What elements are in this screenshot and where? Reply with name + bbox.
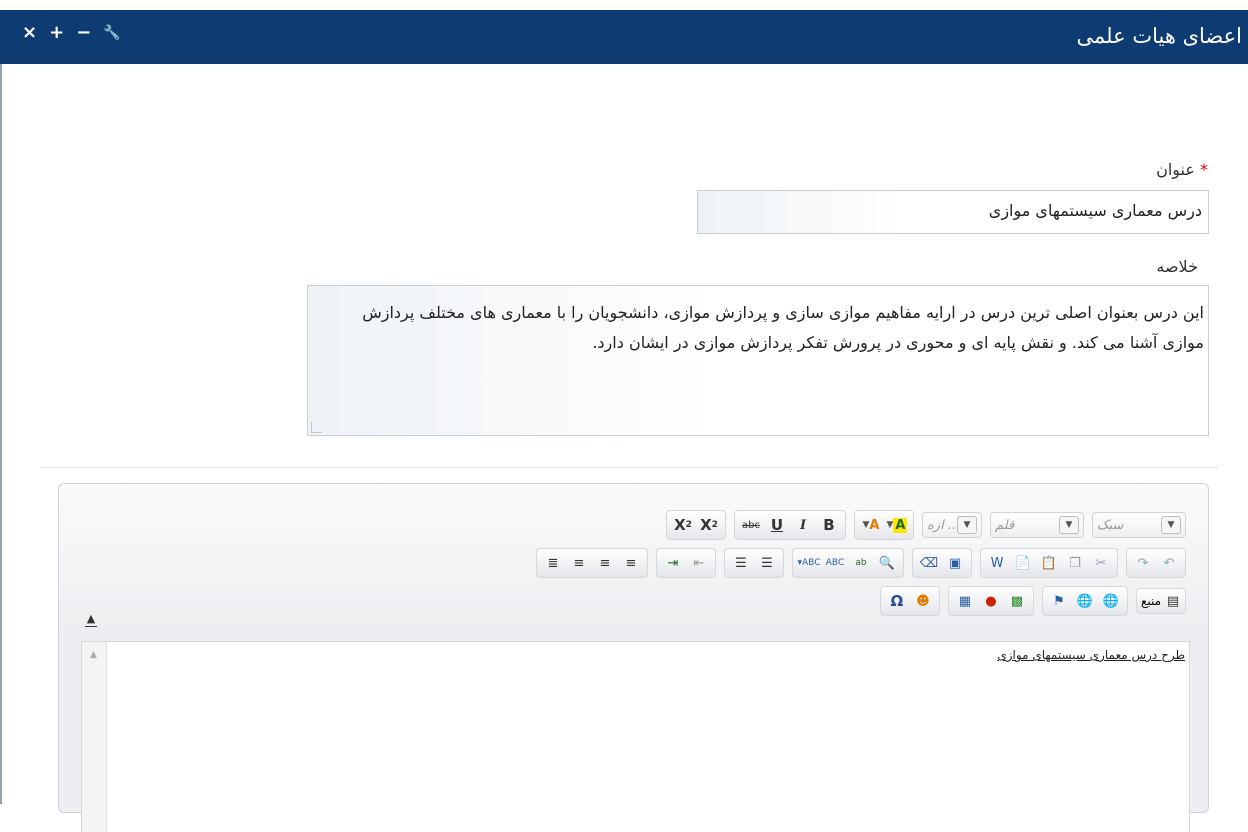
page-title: اعضای هیات علمی	[1076, 24, 1242, 48]
underline-icon[interactable]: U	[765, 514, 789, 536]
cut-icon[interactable]: ✂	[1089, 552, 1113, 574]
list-group: ☰ ☰	[724, 548, 784, 578]
collapse-toolbar-icon[interactable]: ▲	[85, 613, 97, 627]
indent-group: ⇤ ⇥	[656, 548, 716, 578]
select-group: ▣ ⌫	[912, 548, 972, 578]
chevron-down-icon: ▼	[957, 516, 977, 534]
source-button[interactable]: ▤ منبع	[1135, 588, 1186, 614]
style-combo[interactable]: سبک ▼	[1092, 512, 1186, 538]
size-combo-label: .. ازه	[927, 517, 957, 533]
bold-icon[interactable]: B	[817, 514, 841, 536]
paste-text-icon[interactable]: 📄	[1011, 552, 1035, 574]
title-label-text: عنوان	[1156, 160, 1195, 179]
rich-text-editor: سبک ▼ قلم ▼ .. ازه ▼ ▼ A ▼ A B I U abc X2 …	[58, 483, 1209, 832]
wrench-icon[interactable]: 🔧	[103, 24, 120, 42]
numbered-list-icon[interactable]: ☰	[755, 552, 779, 574]
strikethrough-icon[interactable]: abc	[739, 514, 763, 536]
select-all-icon[interactable]: ▣	[943, 552, 967, 574]
minimize-icon[interactable]: −	[76, 24, 91, 42]
spellcheck-icon[interactable]: ABC	[823, 552, 847, 574]
insert-group: ▩ ● ▦	[947, 586, 1034, 616]
source-icon: ▤	[1166, 593, 1180, 609]
paste-word-icon[interactable]: W	[985, 552, 1009, 574]
copy-icon[interactable]: ❐	[1063, 552, 1087, 574]
redo-icon[interactable]: ↷	[1131, 552, 1155, 574]
special-char-icon[interactable]: Ω	[885, 590, 909, 612]
link-icon[interactable]: 🌐	[1099, 590, 1123, 612]
undo-icon[interactable]: ↶	[1157, 552, 1181, 574]
editor-content-area[interactable]: ▲ طرح درس معماری سیستمهای موازی	[81, 641, 1190, 832]
indent-icon[interactable]: ⇥	[661, 552, 685, 574]
source-label: منبع	[1140, 594, 1161, 608]
bulleted-list-icon[interactable]: ☰	[729, 552, 753, 574]
paste-icon[interactable]: 📋	[1037, 552, 1061, 574]
title-input[interactable]: درس معماری سیستمهای موازی	[697, 190, 1209, 234]
editor-content-text: طرح درس معماری سیستمهای موازی	[997, 648, 1185, 662]
table-icon[interactable]: ▦	[953, 590, 977, 612]
replace-icon[interactable]: ab	[849, 552, 873, 574]
subscript-icon[interactable]: X2	[697, 514, 721, 536]
link-group: 🌐 🌐 ⚑	[1041, 586, 1128, 616]
scroll-up-icon[interactable]: ▲	[90, 650, 97, 660]
chevron-down-icon: ▼	[1161, 516, 1181, 534]
align-right-icon[interactable]: ≡	[567, 552, 591, 574]
spellcheck-as-you-type-icon[interactable]: ▾ABC	[797, 552, 821, 574]
align-left-icon[interactable]: ≡	[619, 552, 643, 574]
summary-label: خلاصه	[1156, 257, 1198, 276]
window-controls: × + − 🔧	[22, 24, 121, 42]
toolbar-row-2: ↶ ↷ ✂ ❐ 📋 📄 W ▣ ⌫ 🔍 ab ABC ▾ABC ☰ ☰ ⇤ ⇥	[536, 548, 1186, 578]
script-group: X2 X2	[666, 510, 726, 540]
unlink-icon[interactable]: 🌐	[1073, 590, 1097, 612]
background-color-icon[interactable]: ▼ A	[885, 514, 909, 536]
close-icon[interactable]: ×	[22, 24, 37, 42]
left-border	[0, 64, 2, 804]
align-center-icon[interactable]: ≡	[593, 552, 617, 574]
color-group: ▼ A ▼ A	[854, 510, 914, 540]
window-titlebar: × + − 🔧 اعضای هیات علمی	[0, 10, 1248, 64]
image-icon[interactable]: ▩	[1005, 590, 1029, 612]
style-combo-label: سبک	[1097, 517, 1124, 533]
clipboard-group: ✂ ❐ 📋 📄 W	[980, 548, 1118, 578]
align-justify-icon[interactable]: ≣	[541, 552, 565, 574]
special-group: ☻ Ω	[879, 586, 940, 616]
eraser-icon[interactable]: ⌫	[917, 552, 941, 574]
expand-icon[interactable]: +	[49, 24, 64, 42]
italic-icon[interactable]: I	[791, 514, 815, 536]
summary-textarea[interactable]: این درس بعنوان اصلی ترین درس در ارایه مف…	[307, 285, 1209, 436]
section-divider	[40, 467, 1218, 468]
find-group: 🔍 ab ABC ▾ABC	[792, 548, 904, 578]
required-marker: *	[1200, 160, 1208, 179]
text-color-icon[interactable]: ▼ A	[859, 514, 883, 536]
outdent-icon[interactable]: ⇤	[687, 552, 711, 574]
basic-format-group: B I U abc	[734, 510, 846, 540]
anchor-icon[interactable]: ⚑	[1047, 590, 1071, 612]
resize-handle[interactable]	[311, 422, 322, 433]
smiley-icon[interactable]: ☻	[911, 590, 935, 612]
superscript-icon[interactable]: X2	[671, 514, 695, 536]
toolbar-row-1: سبک ▼ قلم ▼ .. ازه ▼ ▼ A ▼ A B I U abc X2 …	[666, 510, 1186, 540]
flash-icon[interactable]: ●	[979, 590, 1003, 612]
size-combo[interactable]: .. ازه ▼	[922, 512, 982, 538]
font-combo[interactable]: قلم ▼	[990, 512, 1084, 538]
find-icon[interactable]: 🔍	[875, 552, 899, 574]
chevron-down-icon: ▼	[1059, 516, 1079, 534]
align-group: ≡ ≡ ≡ ≣	[536, 548, 648, 578]
history-group: ↶ ↷	[1126, 548, 1186, 578]
toolbar-row-3: ▤ منبع 🌐 🌐 ⚑ ▩ ● ▦ ☻ Ω	[879, 586, 1186, 616]
summary-text: این درس بعنوان اصلی ترین درس در ارایه مف…	[362, 303, 1204, 352]
font-combo-label: قلم	[995, 517, 1015, 533]
title-label: * عنوان	[1156, 160, 1208, 179]
